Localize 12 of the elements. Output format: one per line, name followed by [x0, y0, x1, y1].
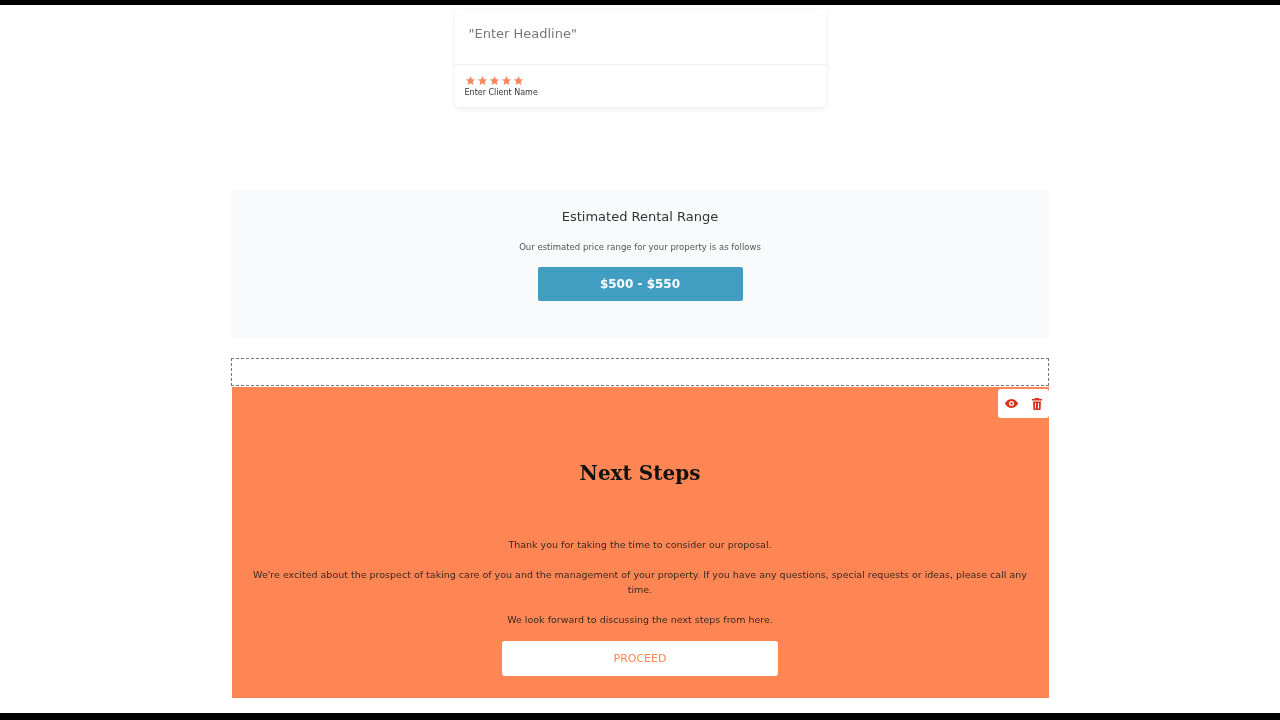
price-button[interactable]: $500 - $550 [537, 267, 743, 301]
paragraph: We look forward to discussing the next steps from here. [507, 613, 773, 627]
eye-icon[interactable] [1004, 399, 1018, 408]
headline: "Enter Headline" [454, 10, 826, 65]
section-title: Next Steps [579, 461, 701, 485]
trash-icon[interactable] [1031, 397, 1042, 410]
paragraph: We're excited about the prospect of taking care of you and the management of your property. If you have any questions, special requests or ideas, please call any time. [252, 568, 1028, 597]
section-title: Estimated Rental Range [561, 209, 719, 224]
client-name: Enter Client Name [464, 88, 539, 97]
proceed-button[interactable]: PROCEED [502, 641, 778, 676]
section-subtitle: Our estimated price range for your property is as follows [519, 242, 761, 252]
paragraph: Thank you for taking the time to consider our proposal. [508, 538, 772, 552]
